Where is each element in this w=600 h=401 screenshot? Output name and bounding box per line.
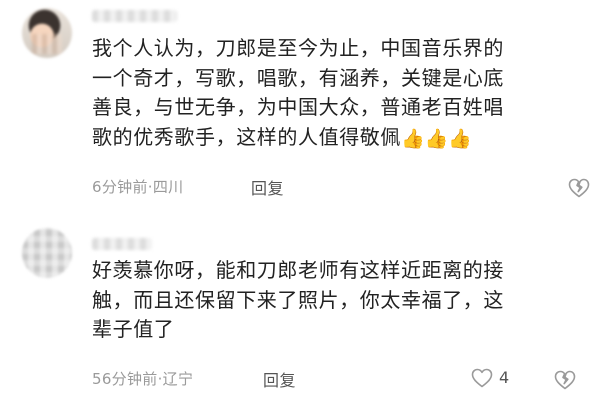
avatar[interactable] [22,8,72,58]
comment-location: 四川 [152,178,184,196]
reply-button[interactable]: 回复 [251,175,284,199]
comment-time: 6分钟前 [92,178,148,196]
comment-body: 好羡慕你呀，能和刀郎老师有这样近距离的接 触，而且还保留下来了照片，你太幸福了，… [92,258,504,341]
comment-meta: 56分钟前·辽宁 [92,368,193,389]
comment-text: 好羡慕你呀，能和刀郎老师有这样近距离的接 触，而且还保留下来了照片，你太幸福了，… [92,256,562,345]
comment-meta: 6分钟前·四川 [92,176,183,197]
username-blurred [92,10,177,22]
thumbs-up-emoji: 👍👍👍 [401,127,472,150]
comment-text: 我个人认为，刀郎是至今为止，中国音乐界的 一个奇才，写歌，唱歌，有涵养，关键是心… [92,34,562,154]
username-blurred [92,238,152,250]
broken-heart-icon[interactable] [567,176,591,200]
comment-time: 56分钟前 [92,370,158,388]
broken-heart-icon[interactable] [553,368,577,392]
heart-outline-icon[interactable] [470,366,494,390]
comments-page: 我个人认为，刀郎是至今为止，中国音乐界的 一个奇才，写歌，唱歌，有涵养，关键是心… [0,0,600,401]
avatar[interactable] [22,228,72,278]
like-count: 4 [499,368,510,387]
comment-location: 辽宁 [162,370,194,388]
reply-button[interactable]: 回复 [263,367,296,391]
